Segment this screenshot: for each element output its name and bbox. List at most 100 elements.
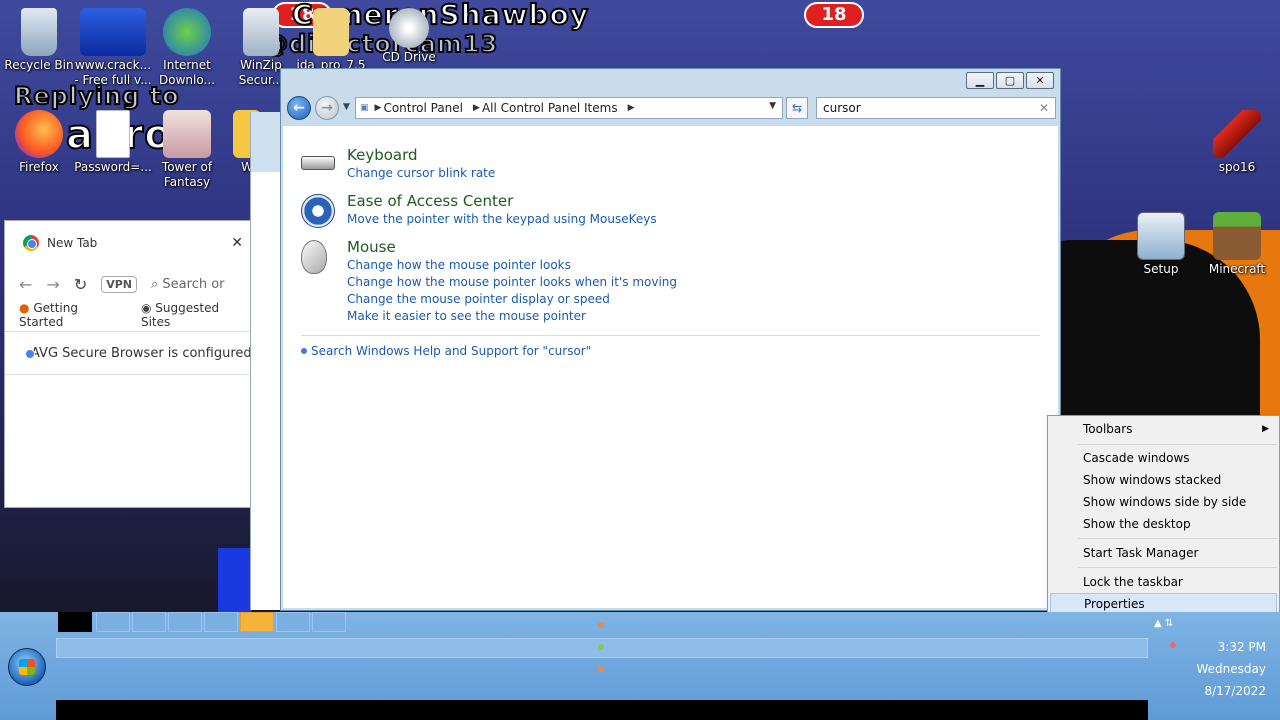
reload-icon[interactable]: ↻ (74, 275, 87, 294)
result-link[interactable]: Move the pointer with the keypad using M… (347, 211, 657, 228)
age-badge-right: 18 (804, 2, 864, 28)
taskbar-button-app-6[interactable] (240, 612, 274, 632)
forward-button[interactable]: → (315, 96, 339, 120)
taskbar-tray-dot (598, 666, 604, 672)
minecraft-icon (1213, 212, 1261, 260)
desktop-icon-setup[interactable]: Setup (1122, 212, 1200, 277)
bookmark-getting-started[interactable]: ● Getting Started (19, 301, 125, 329)
breadcrumb-arrow-icon[interactable]: ▶ (628, 103, 635, 113)
menu-separator (1078, 567, 1277, 568)
result-link[interactable]: Change the mouse pointer display or spee… (347, 291, 677, 308)
infobar-text: AVG Secure Browser is configured (31, 345, 252, 361)
back-button[interactable]: ← (287, 96, 311, 120)
result-link[interactable]: Make it easier to see the mouse pointer (347, 308, 677, 325)
clear-search-icon[interactable]: ✕ (1039, 101, 1049, 115)
menu-separator (1078, 444, 1277, 445)
taskbar-button-app-7[interactable] (276, 612, 310, 632)
window-titlebar[interactable]: ▁ ▢ ✕ (281, 69, 1060, 93)
submenu-arrow-icon: ▶ (1262, 424, 1269, 434)
taskbar-button-app-5[interactable] (204, 612, 238, 632)
game-icon (163, 110, 211, 158)
bookmark-suggested-sites[interactable]: ◉ Suggested Sites (141, 301, 251, 329)
desktop-icon-crack-shortcut[interactable]: www.crack... - Free full v... (74, 8, 152, 88)
tab-close-icon[interactable]: ✕ (231, 235, 243, 251)
taskbar-button-app-1[interactable] (58, 612, 92, 632)
recent-pages-dropdown[interactable]: ▼ (343, 102, 350, 112)
tab-new-tab[interactable]: New Tab (23, 235, 97, 251)
desktop-icon-firefox[interactable]: Firefox (0, 110, 78, 175)
desktop-icon-minecraft[interactable]: Minecraft (1198, 212, 1276, 277)
browser-window[interactable]: New Tab ✕ ← → ↻ VPN ⌕ Search or ● Gettin… (4, 220, 252, 508)
clock-date: 8/17/2022 (1204, 684, 1266, 698)
refresh-button[interactable]: ⇆ (786, 97, 808, 119)
system-clock[interactable]: 3:32 PM Wednesday 8/17/2022 (1176, 636, 1266, 702)
menu-item-lock-taskbar[interactable]: Lock the taskbar (1050, 571, 1277, 593)
taskbar-tray-dot (598, 622, 604, 628)
taskbar-context-menu: Toolbars ▶ Cascade windows Show windows … (1047, 415, 1280, 618)
menu-item-stacked[interactable]: Show windows stacked (1050, 469, 1277, 491)
desktop-icon-tower-of-fantasy[interactable]: Tower of Fantasy (148, 110, 226, 190)
maximize-button[interactable]: ▢ (996, 72, 1024, 89)
browser-tabbar: New Tab ✕ (5, 221, 251, 269)
result-link[interactable]: Change how the mouse pointer looks (347, 257, 677, 274)
breadcrumb-arrow-icon[interactable]: ▶ (473, 103, 480, 113)
result-title[interactable]: Mouse (347, 238, 677, 257)
winzip-icon (243, 8, 279, 56)
bookmarks-bar: ● Getting Started ◉ Suggested Sites (5, 299, 251, 331)
desktop-icon-idm[interactable]: Internet Downlo... (148, 8, 226, 88)
forward-arrow-icon[interactable]: → (46, 275, 59, 294)
result-keyboard: Keyboard Change cursor blink rate (301, 146, 1040, 182)
cd-drive-icon (389, 8, 429, 48)
result-title[interactable]: Ease of Access Center (347, 192, 657, 211)
help-icon (301, 348, 307, 354)
menu-item-toolbars[interactable]: Toolbars ▶ (1050, 418, 1277, 440)
results-pane: Keyboard Change cursor blink rate Ease o… (283, 126, 1058, 608)
menu-item-side-by-side[interactable]: Show windows side by side (1050, 491, 1277, 513)
chrome-icon (23, 235, 39, 251)
address-bar[interactable]: ▣ ▶ Control Panel ▶ All Control Panel It… (355, 97, 783, 119)
navigation-bar: ← → ▼ ▣ ▶ Control Panel ▶ All Control Pa… (281, 93, 1060, 123)
search-input[interactable]: cursor ✕ (816, 97, 1056, 119)
taskbar-button-app-8[interactable] (312, 612, 346, 632)
menu-item-show-desktop[interactable]: Show the desktop (1050, 513, 1277, 535)
menu-item-task-manager[interactable]: Start Task Manager (1050, 542, 1277, 564)
back-arrow-icon[interactable]: ← (19, 275, 32, 294)
desktop-icon-cd-drive[interactable]: CD Drive (370, 8, 448, 65)
desktop-icon-spo16[interactable]: spo16 (1198, 110, 1276, 175)
taskbar-button-app-4[interactable] (168, 612, 202, 632)
taskbar-button-app-3[interactable] (132, 612, 166, 632)
firefox-small-icon: ● (19, 301, 30, 315)
start-button[interactable] (8, 648, 46, 686)
control-panel-window[interactable]: ▁ ▢ ✕ ← → ▼ ▣ ▶ Control Panel ▶ All Cont… (280, 68, 1061, 611)
omnibox[interactable]: ⌕ Search or (151, 277, 225, 292)
help-search-link[interactable]: Search Windows Help and Support for "cur… (301, 344, 1040, 358)
search-value: cursor (823, 101, 861, 115)
minimize-button[interactable]: ▁ (966, 72, 994, 89)
tab-title: New Tab (47, 236, 98, 250)
browser-infobar: AVG Secure Browser is configured (5, 331, 251, 375)
vpn-badge[interactable]: VPN (101, 275, 137, 293)
result-link[interactable]: Change cursor blink rate (347, 165, 495, 182)
web-shortcut-icon (80, 8, 146, 56)
close-button[interactable]: ✕ (1026, 72, 1054, 89)
taskbar[interactable]: ▲ ⇅ 3:32 PM Wednesday 8/17/2022 (0, 612, 1280, 720)
address-dropdown-icon[interactable]: ▼ (769, 101, 776, 111)
divider (301, 335, 1040, 336)
desktop-icon-password-file[interactable]: Password=... (74, 110, 152, 175)
tray-expand-icon[interactable]: ▲ ⇅ (1154, 618, 1173, 629)
result-title[interactable]: Keyboard (347, 146, 495, 165)
desktop-icon-recycle-bin[interactable]: Recycle Bin (0, 8, 78, 73)
download-manager-icon (163, 8, 211, 56)
menu-item-cascade[interactable]: Cascade windows (1050, 447, 1277, 469)
result-link[interactable]: Change how the mouse pointer looks when … (347, 274, 677, 291)
text-file-icon (96, 110, 130, 158)
spo16-icon (1213, 110, 1261, 158)
search-icon: ⌕ (151, 276, 159, 292)
breadcrumb-control-panel[interactable]: Control Panel (383, 101, 463, 115)
recycle-bin-icon (21, 8, 57, 56)
breadcrumb-all-items[interactable]: All Control Panel Items (482, 101, 618, 115)
wallpaper-blue-strip (218, 548, 252, 612)
breadcrumb-arrow-icon[interactable]: ▶ (375, 103, 382, 113)
desktop-icon-ida-pro[interactable]: ida_pro_7.5 (296, 8, 366, 73)
taskbar-button-app-2[interactable] (96, 612, 130, 632)
